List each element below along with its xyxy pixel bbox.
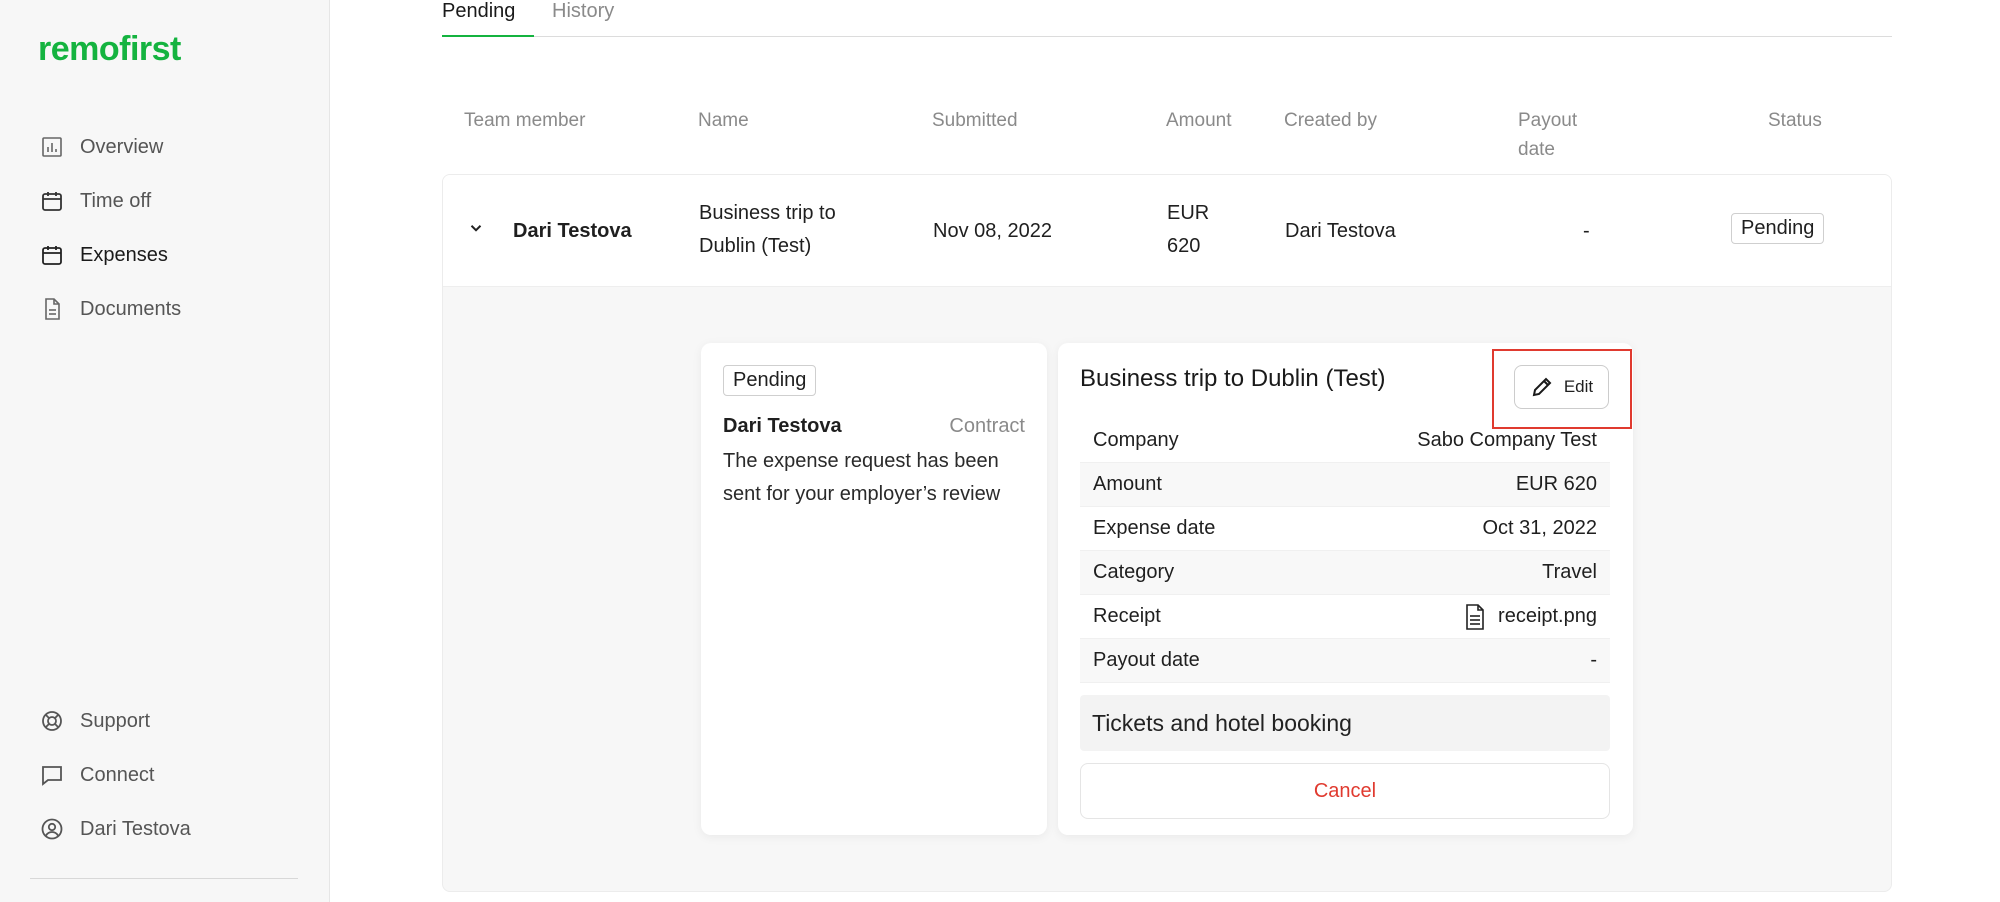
edit-button[interactable]: Edit [1514, 365, 1609, 409]
sidebar-bottom-nav: Support Connect Dari Testova [40, 694, 191, 856]
detail-label: Expense date [1093, 517, 1216, 539]
table-row[interactable]: Dari Testova Business trip to Dublin (Te… [443, 175, 1891, 287]
sidebar-item-time-off[interactable]: Time off [40, 174, 181, 228]
detail-row-company: Company Sabo Company Test [1080, 419, 1610, 463]
column-header-name[interactable]: Name [698, 106, 749, 135]
sidebar-item-label: Documents [80, 297, 182, 320]
document-icon [40, 297, 64, 321]
column-header-status[interactable]: Status [1768, 106, 1822, 135]
status-role: Contract [949, 415, 1025, 437]
status-card: Pending Dari Testova Contract The expens… [701, 343, 1047, 835]
user-circle-icon [40, 817, 64, 841]
status-author: Dari Testova [723, 415, 842, 437]
column-header-amount[interactable]: Amount [1166, 106, 1231, 135]
file-icon [1466, 603, 1484, 630]
sidebar-item-overview[interactable]: Overview [40, 120, 181, 174]
pencil-icon [1532, 377, 1552, 397]
sidebar-item-support[interactable]: Support [40, 694, 191, 748]
sidebar-item-label: Overview [80, 135, 164, 158]
sidebar-item-label: Time off [80, 189, 152, 212]
lifebuoy-icon [40, 709, 64, 733]
sidebar-item-label: Dari Testova [80, 817, 191, 840]
edit-button-label: Edit [1563, 377, 1594, 396]
row-created-by: Dari Testova [1285, 220, 1396, 242]
sidebar-item-expenses[interactable]: Expenses [40, 228, 181, 282]
detail-value: Oct 31, 2022 [1482, 517, 1597, 539]
status-badge: Pending [1731, 213, 1825, 244]
calendar-icon [40, 243, 64, 267]
detail-row-expense-date: Expense date Oct 31, 2022 [1080, 507, 1610, 551]
detail-label: Company [1093, 429, 1179, 451]
main-content: Pending History Team member Name Submitt… [330, 0, 2000, 902]
receipt-filename[interactable]: receipt.png [1498, 605, 1597, 628]
tab-history[interactable]: History [552, 0, 614, 37]
tab-bar: Pending History [442, 0, 1892, 37]
column-header-created-by[interactable]: Created by [1284, 106, 1377, 135]
row-expense-name: Business trip to Dublin (Test) [699, 202, 836, 257]
status-badge: Pending [723, 365, 817, 396]
detail-row-receipt: Receipt receipt.png [1080, 595, 1610, 639]
expense-title: Business trip to Dublin (Test) [1080, 365, 1386, 392]
detail-label: Amount [1093, 473, 1162, 495]
detail-row-payout-date: Payout date - [1080, 639, 1610, 683]
sidebar-item-connect[interactable]: Connect [40, 748, 191, 802]
sidebar: remofirst Overview Time off Expenses Doc… [0, 0, 330, 902]
detail-row-category: Category Travel [1080, 551, 1610, 595]
detail-label: Receipt [1093, 605, 1161, 627]
row-amount: EUR 620 [1167, 202, 1210, 257]
tab-pending[interactable]: Pending [442, 0, 534, 37]
row-payout-date: - [1583, 220, 1590, 242]
receipt-link[interactable]: receipt.png [1464, 603, 1597, 630]
detail-value: EUR 620 [1515, 473, 1597, 495]
detail-value: - [1590, 649, 1597, 671]
sidebar-item-label: Expenses [80, 243, 168, 266]
column-header-submitted[interactable]: Submitted [932, 106, 1018, 135]
expenses-table: Dari Testova Business trip to Dublin (Te… [442, 174, 1892, 892]
chat-icon [40, 763, 64, 787]
sidebar-divider [30, 878, 298, 879]
expense-detail-card: Business trip to Dublin (Test) Edit Comp… [1058, 343, 1633, 835]
detail-label: Category [1093, 561, 1175, 583]
sidebar-item-label: Support [80, 709, 151, 732]
calendar-icon [40, 189, 64, 213]
status-message: The expense request has been sent for yo… [723, 450, 1001, 505]
column-header-team-member[interactable]: Team member [464, 106, 585, 135]
detail-value: Sabo Company Test [1417, 429, 1597, 451]
sidebar-nav: Overview Time off Expenses Documents [40, 120, 181, 336]
detail-row-amount: Amount EUR 620 [1080, 463, 1610, 507]
expense-note: Tickets and hotel booking [1080, 695, 1610, 751]
cancel-button[interactable]: Cancel [1080, 763, 1610, 819]
detail-label: Payout date [1093, 649, 1200, 671]
row-submitted-date: Nov 08, 2022 [933, 220, 1052, 242]
sidebar-item-label: Connect [80, 763, 155, 786]
sidebar-item-documents[interactable]: Documents [40, 282, 181, 336]
detail-value: Travel [1542, 561, 1597, 583]
chart-icon [40, 135, 64, 159]
sidebar-item-profile[interactable]: Dari Testova [40, 802, 191, 856]
column-header-payout-date[interactable]: Payout date [1518, 106, 1577, 164]
row-team-member: Dari Testova [513, 220, 632, 242]
chevron-down-icon[interactable] [467, 219, 485, 237]
remofirst-logo[interactable]: remofirst [38, 30, 181, 69]
